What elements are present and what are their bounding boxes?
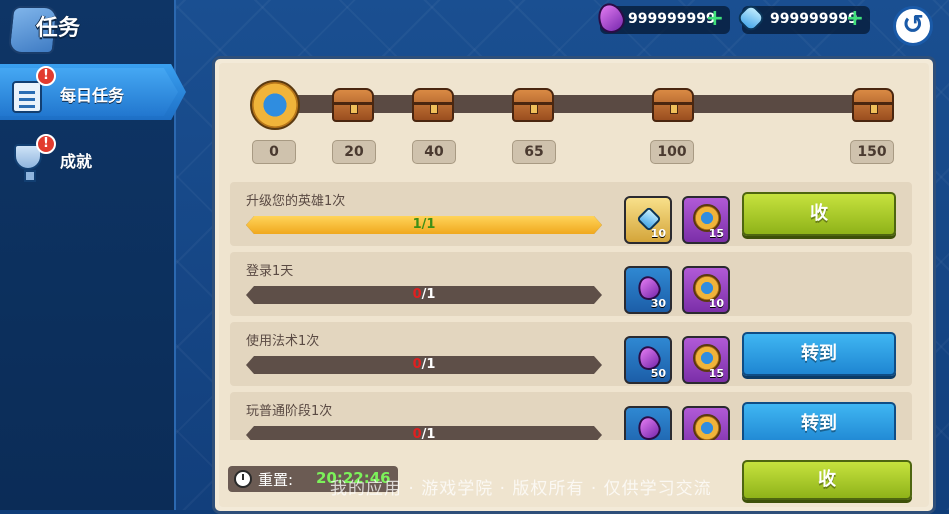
reward-qty: 50 <box>650 367 666 380</box>
task-list[interactable]: 升级您的英雄1次 1/1 10 15 收 登录1天 0/1 30 10 使用法术… <box>230 182 912 440</box>
reward-qty: 10 <box>708 297 724 310</box>
goto-button[interactable]: 转到 <box>742 402 896 440</box>
tab-daily-tasks-inner: 每日任务 <box>0 68 178 116</box>
medal-icon <box>693 414 721 440</box>
reward-slot[interactable]: 10 <box>624 196 672 244</box>
progress-total: /1 <box>421 427 436 440</box>
purple-gem-value: 999999999 <box>628 11 716 27</box>
progress-text: 0/1 <box>246 426 602 440</box>
task-row: 登录1天 0/1 30 10 <box>230 252 912 316</box>
reward-slot[interactable]: 10 <box>682 266 730 314</box>
title-area: 任务 <box>7 2 158 54</box>
chest-icon-40[interactable] <box>412 88 454 122</box>
collect-all-button[interactable]: 收 <box>742 460 912 500</box>
milestone-100: 100 <box>650 140 694 164</box>
tab-achievement[interactable]: 成就 <box>60 148 92 172</box>
blue-gem-counter: 999999999 + <box>735 2 870 34</box>
progress-total: /1 <box>421 287 436 302</box>
clock-icon <box>234 470 252 488</box>
progress-text: 0/1 <box>246 286 602 304</box>
milestone-0: 0 <box>252 140 296 164</box>
reward-slot[interactable]: 30 <box>624 266 672 314</box>
progress-text: 1/1 <box>246 216 602 234</box>
task-row: 升级您的英雄1次 1/1 10 15 收 <box>230 182 912 246</box>
sidebar: 任务 每日任务 ! ! 成就 <box>0 0 186 510</box>
task-name: 使用法术1次 <box>246 334 320 349</box>
task-progress-bar: 0/1 <box>246 286 602 304</box>
reward-qty: 15 <box>708 367 724 380</box>
reward-slot[interactable]: 15 <box>682 336 730 384</box>
milestone-20: 20 <box>332 140 376 164</box>
back-button[interactable]: ↺ <box>893 6 933 46</box>
progress-total: /1 <box>421 217 436 232</box>
reward-qty: 10 <box>650 227 666 240</box>
back-arrow-icon: ↺ <box>902 10 924 40</box>
tab-daily-tasks[interactable]: 每日任务 <box>0 64 186 120</box>
purple-gem-counter: 999999999 + <box>593 0 730 37</box>
chest-icon-100[interactable] <box>652 88 694 122</box>
task-row: 玩普通阶段1次 0/1 转到 <box>230 392 912 440</box>
reset-label: 重置: <box>258 471 294 489</box>
tab-daily-tasks-label: 每日任务 <box>60 86 125 105</box>
reward-slot[interactable] <box>624 406 672 440</box>
task-progress-bar: 1/1 <box>246 216 602 234</box>
task-name: 玩普通阶段1次 <box>246 404 333 419</box>
medal-icon <box>250 80 300 130</box>
progress-text: 0/1 <box>246 356 602 374</box>
milestone-150: 150 <box>850 140 894 164</box>
reward-slot[interactable]: 15 <box>682 196 730 244</box>
reward-qty: 30 <box>650 297 666 310</box>
purple-gem-icon <box>634 412 664 440</box>
add-purple-gem-button[interactable]: + <box>706 7 724 31</box>
task-progress-bar: 0/1 <box>246 426 602 440</box>
progress-current: 0 <box>412 287 422 302</box>
reward-slot[interactable]: 50 <box>624 336 672 384</box>
task-name: 升级您的英雄1次 <box>246 194 346 209</box>
progress-current: 0 <box>412 427 422 440</box>
milestone-40: 40 <box>412 140 456 164</box>
task-row: 使用法术1次 0/1 50 15 转到 <box>230 322 912 386</box>
chest-icon-150[interactable] <box>852 88 894 122</box>
collect-button[interactable]: 收 <box>742 192 896 236</box>
progress-current: 1 <box>412 217 422 232</box>
tab-achievement-badge: ! <box>36 134 56 154</box>
task-progress-bar: 0/1 <box>246 356 602 374</box>
task-name: 登录1天 <box>246 264 294 279</box>
progress-current: 0 <box>412 357 422 372</box>
watermark: 我的应用 · 游戏学院 · 版权所有 · 仅供学习交流 <box>330 479 712 499</box>
chest-icon-65[interactable] <box>512 88 554 122</box>
tab-daily-badge: ! <box>36 66 56 86</box>
chest-icon-20[interactable] <box>332 88 374 122</box>
milestone-65: 65 <box>512 140 556 164</box>
add-blue-gem-button[interactable]: + <box>846 7 864 31</box>
reward-slot[interactable] <box>682 406 730 440</box>
page-title: 任务 <box>36 16 81 41</box>
task-list-icon <box>12 81 42 113</box>
goto-button[interactable]: 转到 <box>742 332 896 376</box>
reward-qty: 15 <box>708 227 724 240</box>
blue-gem-value: 999999999 <box>770 11 858 27</box>
progress-total: /1 <box>421 357 436 372</box>
